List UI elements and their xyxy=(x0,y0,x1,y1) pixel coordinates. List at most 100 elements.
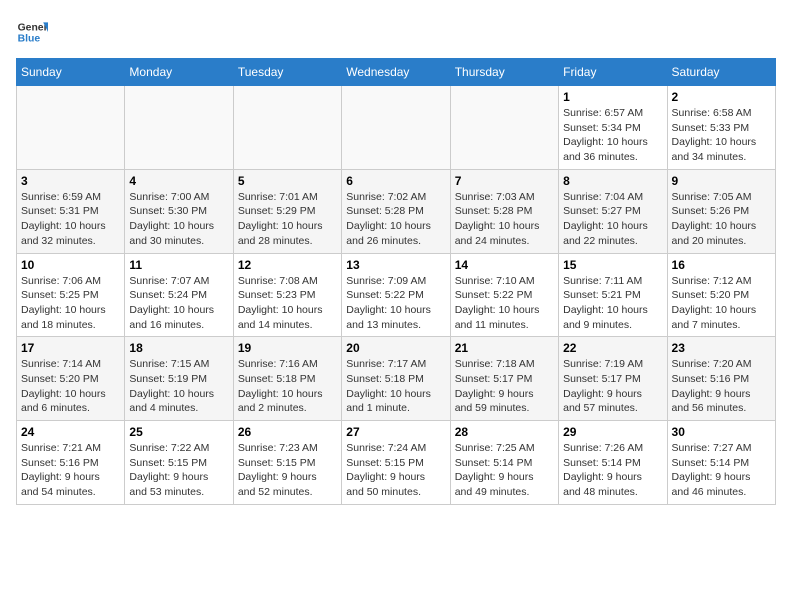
day-number: 28 xyxy=(455,425,554,439)
day-info: Sunrise: 7:10 AM Sunset: 5:22 PM Dayligh… xyxy=(455,274,554,333)
calendar-cell: 8 Sunrise: 7:04 AM Sunset: 5:27 PM Daylig… xyxy=(559,169,667,253)
day-number: 9 xyxy=(672,174,771,188)
day-info: Sunrise: 7:20 AM Sunset: 5:16 PM Dayligh… xyxy=(672,357,771,416)
calendar-week-row: 17Sunrise: 7:14 AM Sunset: 5:20 PM Dayli… xyxy=(17,337,776,421)
day-number: 24 xyxy=(21,425,120,439)
calendar-header-row: SundayMondayTuesdayWednesdayThursdayFrid… xyxy=(17,59,776,86)
calendar-cell: 11 Sunrise: 7:07 AM Sunset: 5:24 PM Dayli… xyxy=(125,253,233,337)
day-number: 21 xyxy=(455,341,554,355)
calendar-week-row: 24 Sunrise: 7:21 AM Sunset: 5:16 PM Dayli… xyxy=(17,421,776,505)
calendar-cell: 23 Sunrise: 7:20 AM Sunset: 5:16 PM Dayli… xyxy=(667,337,775,421)
day-info: Sunrise: 7:23 AM Sunset: 5:15 PM Dayligh… xyxy=(238,441,337,500)
day-info: Sunrise: 7:11 AM Sunset: 5:21 PM Dayligh… xyxy=(563,274,662,333)
calendar-cell: 20Sunrise: 7:17 AM Sunset: 5:18 PM Dayli… xyxy=(342,337,450,421)
day-info: Sunrise: 7:27 AM Sunset: 5:14 PM Dayligh… xyxy=(672,441,771,500)
day-number: 1 xyxy=(563,90,662,104)
day-number: 23 xyxy=(672,341,771,355)
calendar-cell xyxy=(342,86,450,170)
calendar-cell: 15 Sunrise: 7:11 AM Sunset: 5:21 PM Dayli… xyxy=(559,253,667,337)
day-info: Sunrise: 7:26 AM Sunset: 5:14 PM Dayligh… xyxy=(563,441,662,500)
calendar-cell xyxy=(450,86,558,170)
day-number: 3 xyxy=(21,174,120,188)
logo-icon: General Blue xyxy=(16,16,48,48)
calendar-cell: 18 Sunrise: 7:15 AM Sunset: 5:19 PM Dayli… xyxy=(125,337,233,421)
calendar-cell: 4 Sunrise: 7:00 AM Sunset: 5:30 PM Daylig… xyxy=(125,169,233,253)
day-number: 14 xyxy=(455,258,554,272)
day-info: Sunrise: 7:05 AM Sunset: 5:26 PM Dayligh… xyxy=(672,190,771,249)
logo: General Blue xyxy=(16,16,48,48)
calendar-cell: 9 Sunrise: 7:05 AM Sunset: 5:26 PM Daylig… xyxy=(667,169,775,253)
day-info: Sunrise: 7:21 AM Sunset: 5:16 PM Dayligh… xyxy=(21,441,120,500)
calendar-cell: 19 Sunrise: 7:16 AM Sunset: 5:18 PM Dayli… xyxy=(233,337,341,421)
day-number: 17 xyxy=(21,341,120,355)
day-header-wednesday: Wednesday xyxy=(342,59,450,86)
calendar-cell: 27 Sunrise: 7:24 AM Sunset: 5:15 PM Dayli… xyxy=(342,421,450,505)
day-number: 15 xyxy=(563,258,662,272)
day-number: 26 xyxy=(238,425,337,439)
calendar-cell: 5 Sunrise: 7:01 AM Sunset: 5:29 PM Daylig… xyxy=(233,169,341,253)
day-number: 8 xyxy=(563,174,662,188)
day-info: Sunrise: 7:22 AM Sunset: 5:15 PM Dayligh… xyxy=(129,441,228,500)
calendar-cell xyxy=(233,86,341,170)
calendar-cell: 26 Sunrise: 7:23 AM Sunset: 5:15 PM Dayli… xyxy=(233,421,341,505)
day-info: Sunrise: 6:57 AM Sunset: 5:34 PM Dayligh… xyxy=(563,106,662,165)
day-number: 25 xyxy=(129,425,228,439)
calendar-table: SundayMondayTuesdayWednesdayThursdayFrid… xyxy=(16,58,776,505)
day-number: 27 xyxy=(346,425,445,439)
day-info: Sunrise: 7:02 AM Sunset: 5:28 PM Dayligh… xyxy=(346,190,445,249)
day-info: Sunrise: 7:16 AM Sunset: 5:18 PM Dayligh… xyxy=(238,357,337,416)
calendar-cell: 12Sunrise: 7:08 AM Sunset: 5:23 PM Dayli… xyxy=(233,253,341,337)
page-header: General Blue xyxy=(16,16,776,48)
calendar-cell: 30 Sunrise: 7:27 AM Sunset: 5:14 PM Dayli… xyxy=(667,421,775,505)
day-number: 19 xyxy=(238,341,337,355)
day-info: Sunrise: 7:19 AM Sunset: 5:17 PM Dayligh… xyxy=(563,357,662,416)
day-number: 22 xyxy=(563,341,662,355)
calendar-cell: 7 Sunrise: 7:03 AM Sunset: 5:28 PM Daylig… xyxy=(450,169,558,253)
day-info: Sunrise: 7:09 AM Sunset: 5:22 PM Dayligh… xyxy=(346,274,445,333)
calendar-cell: 24 Sunrise: 7:21 AM Sunset: 5:16 PM Dayli… xyxy=(17,421,125,505)
calendar-cell: 22 Sunrise: 7:19 AM Sunset: 5:17 PM Dayli… xyxy=(559,337,667,421)
day-info: Sunrise: 7:03 AM Sunset: 5:28 PM Dayligh… xyxy=(455,190,554,249)
calendar-cell: 6 Sunrise: 7:02 AM Sunset: 5:28 PM Daylig… xyxy=(342,169,450,253)
day-info: Sunrise: 7:07 AM Sunset: 5:24 PM Dayligh… xyxy=(129,274,228,333)
day-info: Sunrise: 7:15 AM Sunset: 5:19 PM Dayligh… xyxy=(129,357,228,416)
calendar-cell xyxy=(17,86,125,170)
calendar-week-row: 3 Sunrise: 6:59 AM Sunset: 5:31 PM Daylig… xyxy=(17,169,776,253)
calendar-cell: 17Sunrise: 7:14 AM Sunset: 5:20 PM Dayli… xyxy=(17,337,125,421)
day-info: Sunrise: 7:24 AM Sunset: 5:15 PM Dayligh… xyxy=(346,441,445,500)
day-header-thursday: Thursday xyxy=(450,59,558,86)
calendar-cell: 14 Sunrise: 7:10 AM Sunset: 5:22 PM Dayli… xyxy=(450,253,558,337)
calendar-cell: 16Sunrise: 7:12 AM Sunset: 5:20 PM Dayli… xyxy=(667,253,775,337)
calendar-week-row: 10Sunrise: 7:06 AM Sunset: 5:25 PM Dayli… xyxy=(17,253,776,337)
calendar-cell: 25 Sunrise: 7:22 AM Sunset: 5:15 PM Dayli… xyxy=(125,421,233,505)
day-number: 18 xyxy=(129,341,228,355)
calendar-cell: 13Sunrise: 7:09 AM Sunset: 5:22 PM Dayli… xyxy=(342,253,450,337)
svg-text:General: General xyxy=(18,22,48,33)
day-header-tuesday: Tuesday xyxy=(233,59,341,86)
day-number: 5 xyxy=(238,174,337,188)
day-info: Sunrise: 7:18 AM Sunset: 5:17 PM Dayligh… xyxy=(455,357,554,416)
day-number: 7 xyxy=(455,174,554,188)
day-info: Sunrise: 7:12 AM Sunset: 5:20 PM Dayligh… xyxy=(672,274,771,333)
day-header-monday: Monday xyxy=(125,59,233,86)
calendar-cell: 10Sunrise: 7:06 AM Sunset: 5:25 PM Dayli… xyxy=(17,253,125,337)
calendar-cell xyxy=(125,86,233,170)
day-info: Sunrise: 7:01 AM Sunset: 5:29 PM Dayligh… xyxy=(238,190,337,249)
day-header-sunday: Sunday xyxy=(17,59,125,86)
day-info: Sunrise: 7:04 AM Sunset: 5:27 PM Dayligh… xyxy=(563,190,662,249)
day-number: 11 xyxy=(129,258,228,272)
svg-text:Blue: Blue xyxy=(18,34,41,45)
day-number: 30 xyxy=(672,425,771,439)
calendar-cell: 2Sunrise: 6:58 AM Sunset: 5:33 PM Daylig… xyxy=(667,86,775,170)
day-number: 4 xyxy=(129,174,228,188)
calendar-cell: 29 Sunrise: 7:26 AM Sunset: 5:14 PM Dayli… xyxy=(559,421,667,505)
day-info: Sunrise: 6:59 AM Sunset: 5:31 PM Dayligh… xyxy=(21,190,120,249)
day-number: 6 xyxy=(346,174,445,188)
day-number: 29 xyxy=(563,425,662,439)
day-info: Sunrise: 7:25 AM Sunset: 5:14 PM Dayligh… xyxy=(455,441,554,500)
day-info: Sunrise: 7:00 AM Sunset: 5:30 PM Dayligh… xyxy=(129,190,228,249)
calendar-body: 1 Sunrise: 6:57 AM Sunset: 5:34 PM Daylig… xyxy=(17,86,776,505)
calendar-cell: 3 Sunrise: 6:59 AM Sunset: 5:31 PM Daylig… xyxy=(17,169,125,253)
day-info: Sunrise: 7:06 AM Sunset: 5:25 PM Dayligh… xyxy=(21,274,120,333)
calendar-cell: 28 Sunrise: 7:25 AM Sunset: 5:14 PM Dayli… xyxy=(450,421,558,505)
